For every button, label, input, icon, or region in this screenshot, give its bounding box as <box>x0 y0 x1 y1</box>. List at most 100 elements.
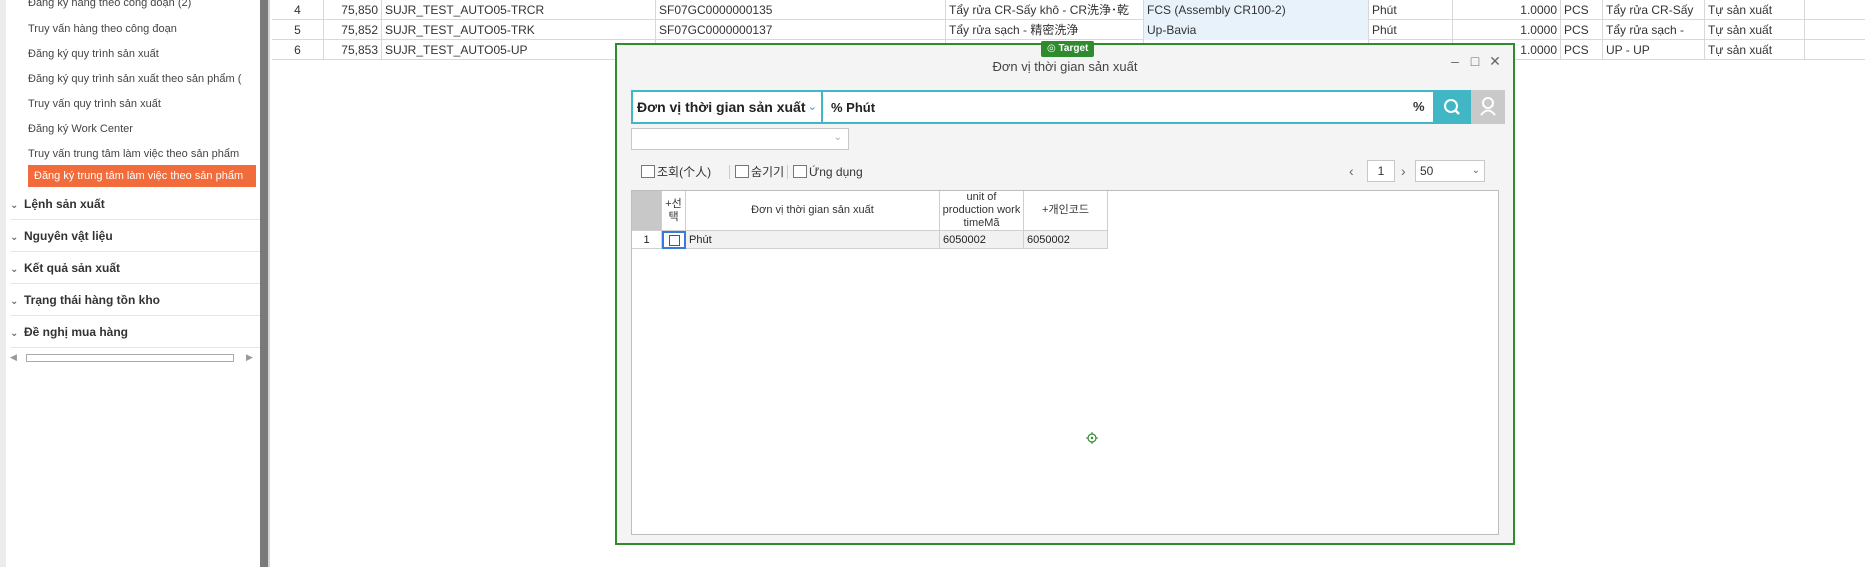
apply-button[interactable]: Ứng dụng <box>793 163 863 181</box>
time-unit-popup-dialog: ◎ Target Đơn vị thời gian sản xuất – □ ✕… <box>615 41 1515 545</box>
column-header-personal-code[interactable]: +개인코드 <box>1024 191 1108 231</box>
target-badge: ◎ Target <box>1041 41 1095 57</box>
chevron-left-icon[interactable]: ‹ <box>1349 163 1354 179</box>
section-label: Nguyên vật liệu <box>24 229 113 243</box>
search-field-select[interactable]: Đơn vị thời gian sản xuất ⌄ <box>633 92 823 122</box>
process-name: Tẩy rửa sạch - 精密洗浄 <box>946 20 1144 40</box>
column-header-time-unit[interactable]: Đơn vị thời gian sản xuất <box>686 191 940 231</box>
user-reset-icon <box>1480 97 1496 116</box>
unit: PCS <box>1561 0 1603 20</box>
sidebar-item-register-items-by-process-2[interactable]: Đăng ký hàng theo công đoạn (2) <box>28 0 258 14</box>
hide-label: 숨기기 <box>751 165 785 179</box>
target-badge-label: Target <box>1058 43 1089 54</box>
table-icon <box>735 165 749 178</box>
sidebar-section-materials[interactable]: ⌄ Nguyên vật liệu <box>10 220 260 252</box>
sidebar-item-register-production-process[interactable]: Đăng ký quy trình sản xuất <box>28 43 258 65</box>
process-name: Tẩy rửa CR-Sấy khô - CR洗浄･乾 <box>946 0 1144 20</box>
toolbar-divider <box>729 165 730 179</box>
row-number: 4 <box>272 0 324 20</box>
target-crosshair-icon <box>1086 432 1098 444</box>
process-alias: Tẩy rửa CR-Sấy <box>1603 0 1705 20</box>
chevron-down-icon: ⌄ <box>10 232 19 243</box>
close-icon[interactable]: ✕ <box>1487 53 1503 69</box>
row-id: 75,852 <box>324 20 382 40</box>
page-size-select[interactable]: 50 ⌄ <box>1415 160 1485 182</box>
table-row[interactable]: 4 75,850 SUJR_TEST_AUTO05-TRCR SF07GC000… <box>272 0 1865 20</box>
hide-button[interactable]: 숨기기 <box>735 163 784 181</box>
reset-button[interactable] <box>1471 90 1505 124</box>
search-input[interactable] <box>831 92 1401 122</box>
personal-code-cell[interactable]: 6050002 <box>1024 231 1108 249</box>
row-id: 75,853 <box>324 40 382 60</box>
query-personal-label: 조회(个人) <box>657 165 712 179</box>
scroll-right-icon[interactable]: ▶ <box>246 352 253 363</box>
search-bar: Đơn vị thời gian sản xuất ⌄ % <box>631 90 1505 124</box>
unit: PCS <box>1561 40 1603 60</box>
panel-splitter[interactable] <box>260 0 268 567</box>
scrollbar-thumb[interactable] <box>26 354 234 362</box>
sidebar-section-production-result[interactable]: ⌄ Kết quả sản xuất <box>10 252 260 284</box>
search-icon <box>1444 99 1460 115</box>
quantity: 1.0000 <box>1453 20 1561 40</box>
time-unit: Phút <box>1369 20 1453 40</box>
maximize-icon[interactable]: □ <box>1467 53 1483 69</box>
grid-corner <box>632 191 662 231</box>
chevron-down-icon: ⌄ <box>10 328 19 339</box>
sidebar-item-register-work-center-by-product[interactable]: Đăng ký trung tâm làm việc theo sản phẩm <box>28 165 256 187</box>
sidebar-section-inventory-status[interactable]: ⌄ Trạng thái hàng tồn kho <box>10 284 260 316</box>
production-type: Tự sản xuất <box>1705 0 1805 20</box>
row-number: 1 <box>632 231 662 249</box>
quantity: 1.0000 <box>1453 0 1561 20</box>
search-field-label: Đơn vị thời gian sản xuất <box>637 99 806 115</box>
scroll-left-icon[interactable]: ◀ <box>10 352 17 363</box>
dialog-toolbar: 조회(个人) 숨기기 Ứng dụng ‹ 1 › 50 ⌄ <box>631 157 1499 187</box>
sidebar-section-purchase-request[interactable]: ⌄ Đề nghị mua hàng <box>10 316 260 348</box>
sidebar-item-query-work-center-by-product[interactable]: Truy vấn trung tâm làm việc theo sản phẩ… <box>28 143 258 165</box>
chevron-right-icon[interactable]: › <box>1401 163 1406 179</box>
page-number-input[interactable]: 1 <box>1367 160 1395 182</box>
production-type: Tự sản xuất <box>1705 40 1805 60</box>
chevron-down-icon: ⌄ <box>10 200 19 211</box>
sidebar-item-query-items-by-process[interactable]: Truy vấn hàng theo công đoạn <box>28 18 258 40</box>
panel-splitter-edge <box>268 0 270 567</box>
time-unit-name-cell[interactable]: Phút <box>686 231 940 249</box>
process-alias: Tẩy rửa sạch - <box>1603 20 1705 40</box>
item-code: SUJR_TEST_AUTO05-TRCR <box>382 0 656 20</box>
row-number: 5 <box>272 20 324 40</box>
production-type: Tự sản xuất <box>1705 20 1805 40</box>
section-label: Kết quả sản xuất <box>24 261 121 275</box>
result-grid: +선택 Đơn vị thời gian sản xuất unit of pr… <box>631 190 1499 535</box>
sidebar-item-query-production-process[interactable]: Truy vấn quy trình sản xuất <box>28 93 258 115</box>
sidebar-horizontal-scrollbar[interactable]: ◀ ▶ <box>10 352 254 364</box>
apply-label: Ứng dụng <box>809 165 863 179</box>
page-size-value: 50 <box>1420 164 1434 178</box>
row-select-cell[interactable] <box>662 231 686 249</box>
sidebar-section-production-order[interactable]: ⌄ Lệnh sản xuất <box>10 188 260 220</box>
chevron-down-icon: ⌄ <box>10 264 19 275</box>
left-sidebar: Đăng ký hàng theo công đoạn (2) Truy vấn… <box>0 0 262 567</box>
unit-code-cell[interactable]: 6050002 <box>940 231 1024 249</box>
section-label: Đề nghị mua hàng <box>24 325 129 339</box>
unit: PCS <box>1561 20 1603 40</box>
search-button[interactable] <box>1433 90 1471 124</box>
table-row[interactable]: 5 75,852 SUJR_TEST_AUTO05-TRK SF07GC0000… <box>272 20 1865 40</box>
sidebar-item-register-work-center[interactable]: Đăng ký Work Center <box>28 118 258 140</box>
process-alias: UP - UP <box>1603 40 1705 60</box>
minimize-icon[interactable]: – <box>1447 53 1463 69</box>
secondary-filter-select[interactable]: ⌄ <box>631 128 849 150</box>
row-checkbox[interactable] <box>669 235 680 246</box>
apply-icon <box>793 165 807 178</box>
dialog-title: Đơn vị thời gian sản xuất <box>992 59 1138 74</box>
query-personal-button[interactable]: 조회(个人) <box>641 163 711 181</box>
work-center: FCS (Assembly CR100-2) <box>1144 0 1369 20</box>
item-number: SF07GC0000000137 <box>656 20 946 40</box>
search-wildcard-suffix: % <box>1413 99 1425 114</box>
column-header-select[interactable]: +선택 <box>662 191 686 231</box>
toolbar-divider <box>787 165 788 179</box>
chevron-down-icon: ⌄ <box>10 296 19 307</box>
row-id: 75,850 <box>324 0 382 20</box>
item-number: SF07GC0000000135 <box>656 0 946 20</box>
chevron-down-icon: ⌄ <box>833 132 842 143</box>
column-header-unit-code[interactable]: unit of production work timeMã <box>940 191 1024 231</box>
sidebar-item-register-process-by-product[interactable]: Đăng ký quy trình sản xuất theo sản phẩm… <box>28 68 258 90</box>
